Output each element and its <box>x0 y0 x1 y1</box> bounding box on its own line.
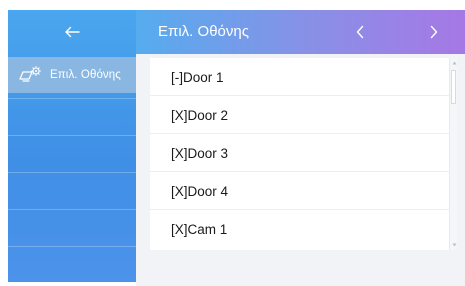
header-bar: Επιλ. Οθόνης <box>136 10 465 54</box>
sidebar-item-screen-select[interactable]: Επιλ. Οθόνης <box>8 57 136 93</box>
list-item-label: [X]Door 2 <box>171 107 229 123</box>
arrow-left-icon <box>65 26 80 38</box>
content-panel: [-]Door 1 [X]Door 2 [X]Door 3 [X]Door 4 … <box>136 54 465 286</box>
list-item[interactable]: [X]Door 4 <box>150 172 450 210</box>
scroll-down-icon[interactable] <box>451 242 457 248</box>
next-button[interactable] <box>424 22 444 42</box>
list-item[interactable]: [-]Door 1 <box>150 58 450 96</box>
sidebar-item-label: Επιλ. Οθόνης <box>50 69 121 81</box>
list-item-label: [X]Door 3 <box>171 145 229 161</box>
sidebar-divider <box>8 98 136 99</box>
list-item[interactable]: [X]Cam 1 <box>150 210 450 248</box>
screen-list: [-]Door 1 [X]Door 2 [X]Door 3 [X]Door 4 … <box>150 58 457 250</box>
list-item-label: [-]Door 1 <box>171 69 224 85</box>
chevron-left-icon <box>356 25 364 39</box>
sidebar-divider <box>8 209 136 210</box>
prev-button[interactable] <box>350 22 370 42</box>
back-button[interactable] <box>8 10 136 54</box>
screen: Επιλ. Οθόνης Επιλ. Οθόνης [-]Door 1 [X]D… <box>0 0 465 286</box>
list-item[interactable]: [X]Door 3 <box>150 134 450 172</box>
list-item-label: [X]Door 4 <box>171 183 229 199</box>
sidebar-divider <box>8 172 136 173</box>
page-title: Επιλ. Οθόνης <box>158 23 249 40</box>
scroll-thumb[interactable] <box>451 70 456 104</box>
scrollbar[interactable] <box>449 58 457 250</box>
list-item-label: [X]Cam 1 <box>171 221 228 237</box>
chevron-right-icon <box>430 25 438 39</box>
screen-settings-icon <box>17 65 43 85</box>
sidebar: Επιλ. Οθόνης <box>8 10 136 282</box>
sidebar-divider <box>8 246 136 247</box>
sidebar-divider <box>8 135 136 136</box>
scroll-up-icon[interactable] <box>451 60 457 66</box>
list-item[interactable]: [X]Door 2 <box>150 96 450 134</box>
